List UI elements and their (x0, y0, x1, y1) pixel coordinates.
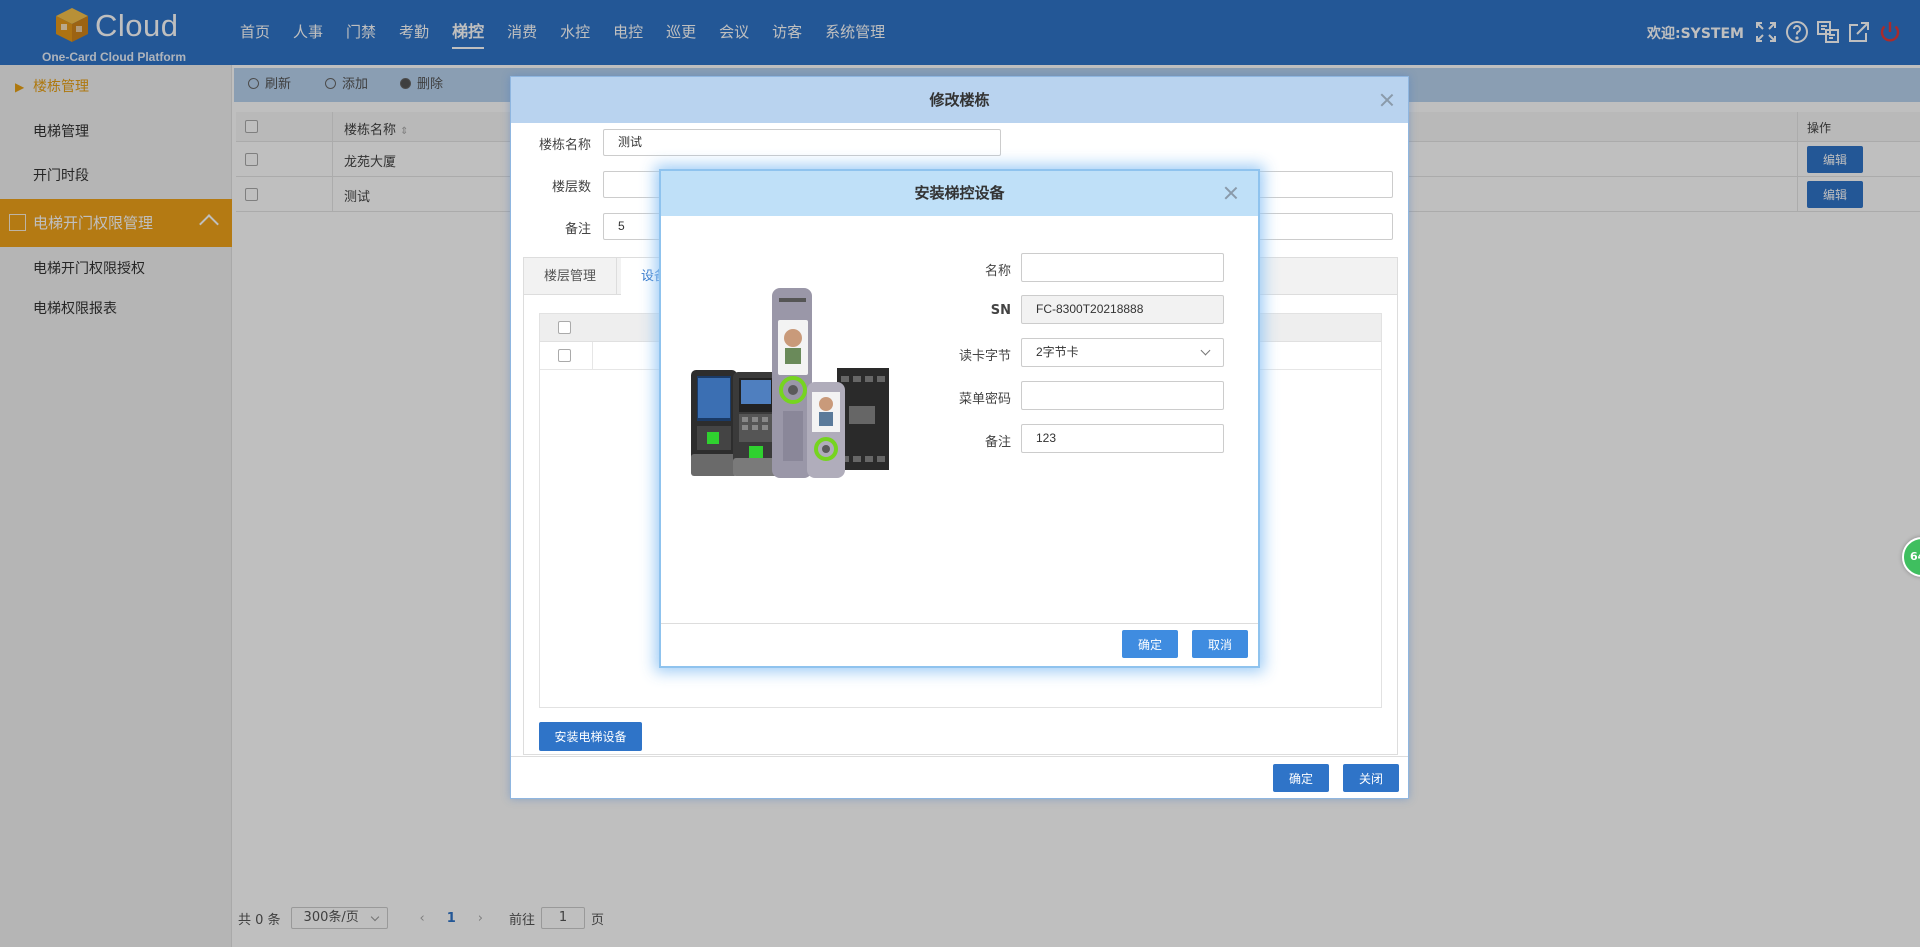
install-elevator-device-button[interactable]: 安装电梯设备 (539, 722, 642, 751)
column-divider (592, 342, 593, 369)
cancel-button[interactable]: 取消 (1192, 630, 1248, 658)
dialog-footer: 确定 关闭 (511, 756, 1408, 798)
device-remark-label: 备注 (984, 435, 1011, 450)
device-product-image (691, 288, 889, 478)
building-name-label: 楼栋名称 (538, 138, 591, 153)
sn-input[interactable]: FC-8300T20218888 (1021, 295, 1224, 324)
dialog-header: 修改楼栋 (511, 77, 1408, 123)
remark-label: 备注 (564, 222, 591, 237)
device-name-label: 名称 (984, 264, 1011, 279)
sn-label: SN (990, 303, 1011, 318)
tab-floor-management[interactable]: 楼层管理 (524, 258, 618, 295)
device-remark-input[interactable]: 123 (1021, 424, 1224, 453)
menu-password-input[interactable] (1021, 381, 1224, 410)
card-bytes-label: 读卡字节 (958, 349, 1011, 364)
dialog-header: 安装梯控设备 (661, 171, 1258, 216)
dialog-title: 修改楼栋 (929, 91, 990, 109)
select-all-checkbox[interactable] (558, 321, 571, 334)
install-device-dialog: 安装梯控设备 名称 SN FC-8300T20218888 读卡字节 2字节卡 … (659, 169, 1260, 668)
close-icon[interactable] (1380, 93, 1394, 107)
dialog-title: 安装梯控设备 (914, 184, 1005, 202)
close-button[interactable]: 关闭 (1343, 764, 1399, 792)
close-icon[interactable] (1224, 186, 1238, 200)
confirm-button[interactable]: 确定 (1122, 630, 1178, 658)
floors-label: 楼层数 (551, 180, 591, 195)
building-name-input[interactable]: 测试 (603, 129, 1001, 156)
menu-password-label: 菜单密码 (958, 392, 1011, 407)
device-name-input[interactable] (1021, 253, 1224, 282)
card-bytes-select[interactable]: 2字节卡 (1021, 338, 1224, 367)
dialog-footer: 确定 取消 (661, 623, 1258, 666)
confirm-button[interactable]: 确定 (1273, 764, 1329, 792)
row-checkbox[interactable] (558, 349, 571, 362)
